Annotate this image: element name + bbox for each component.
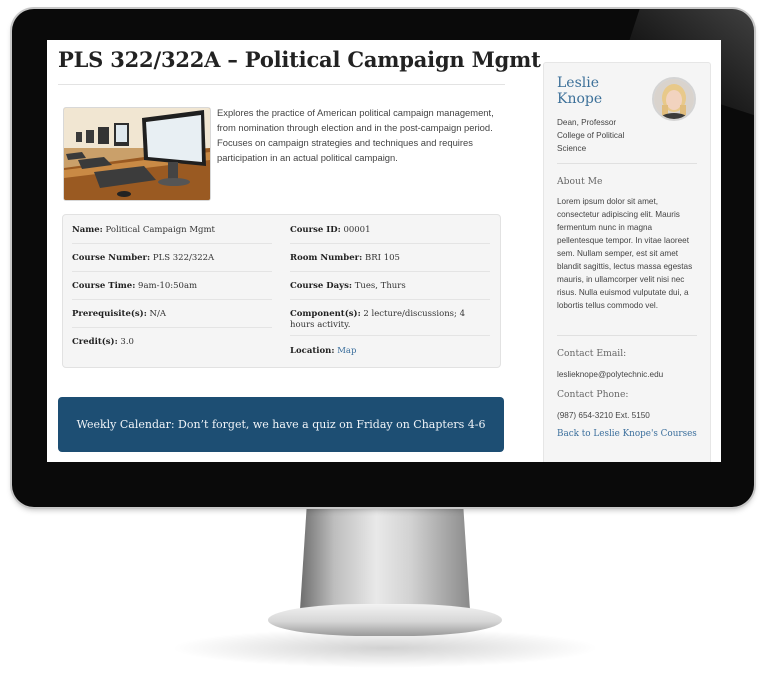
info-divider [290,271,490,272]
info-course-time-value: 9am-10:50am [138,281,198,291]
info-prerequisites-label: Prerequisite(s): [72,309,147,319]
title-divider [58,84,505,85]
info-divider [72,243,272,244]
instructor-title-line1: Dean, Professor [557,118,617,127]
contact-email-heading: Contact Email: [557,348,627,359]
info-course-days-label: Course Days: [290,281,352,291]
info-credits-label: Credit(s): [72,337,118,347]
info-name-label: Name: [72,225,103,235]
info-course-time: Course Time: 9am-10:50am [72,281,197,292]
info-course-number-label: Course Number: [72,253,151,263]
info-location-label: Location: [290,346,335,356]
monitor-screen: PLS 322/322A – Political Campaign Mgmt E… [47,40,721,462]
info-credits-value: 3.0 [120,337,134,347]
sidebar-divider [557,335,697,336]
info-divider [72,327,272,328]
instructor-photo-icon [654,79,694,119]
info-divider [290,335,490,336]
info-divider [72,271,272,272]
course-image [63,107,211,201]
contact-email-value: leslieknope@polytechnic.edu [557,370,664,379]
info-components-label: Component(s): [290,309,361,319]
info-divider [290,299,490,300]
info-course-number: Course Number: PLS 322/322A [72,253,214,264]
about-text: Lorem ipsum dolor sit amet, consectetur … [557,197,693,310]
page-title: PLS 322/322A – Political Campaign Mgmt [58,47,541,72]
info-course-id-label: Course ID: [290,225,341,235]
info-name-value: Political Campaign Mgmt [105,225,215,235]
info-prerequisites: Prerequisite(s): N/A [72,309,166,320]
back-to-courses-link[interactable]: Back to Leslie Knope's Courses [557,429,697,439]
monitor-stand-neck [300,505,470,610]
contact-phone-value: (987) 654-3210 Ext. 5150 [557,411,650,420]
info-room-number: Room Number: BRI 105 [290,253,400,264]
info-course-number-value: PLS 322/322A [152,253,215,263]
map-link[interactable]: Map [337,346,356,356]
course-info-panel: Name: Political Campaign Mgmt Course Num… [62,214,501,368]
info-room-number-label: Room Number: [290,253,363,263]
info-divider [72,299,272,300]
avatar [652,77,696,121]
info-components: Component(s): 2 lecture/discussions; 4 h… [290,309,490,331]
weekly-calendar-banner: Weekly Calendar: Don’t forget, we have a… [58,397,504,452]
info-course-id-value: 00001 [343,225,371,235]
instructor-title: Dean, Professor College of Political Sci… [557,116,657,155]
info-name: Name: Political Campaign Mgmt [72,225,215,236]
info-course-days: Course Days: Tues, Thurs [290,281,406,292]
info-course-time-label: Course Time: [72,281,136,291]
sidebar-divider [557,163,697,164]
info-divider [290,243,490,244]
instructor-title-line2: College of Political [557,131,625,140]
instructor-title-line3: Science [557,144,587,153]
main-content: PLS 322/322A – Political Campaign Mgmt E… [47,40,541,462]
info-location: Location: Map [290,346,356,357]
info-course-id: Course ID: 00001 [290,225,370,236]
instructor-name: Leslie Knope [557,75,603,107]
contact-phone-heading: Contact Phone: [557,389,629,400]
about-heading: About Me [557,176,603,187]
info-room-number-value: BRI 105 [364,253,400,263]
info-course-days-value: Tues, Thurs [354,281,406,291]
info-prerequisites-value: N/A [149,309,166,319]
instructor-sidebar: Leslie Knope Dean, Professor College of … [543,62,711,462]
course-description: Explores the practice of American politi… [217,107,494,163]
monitor-stand-base [268,604,502,636]
info-credits: Credit(s): 3.0 [72,337,134,348]
computer-lab-photo-icon [64,108,210,200]
